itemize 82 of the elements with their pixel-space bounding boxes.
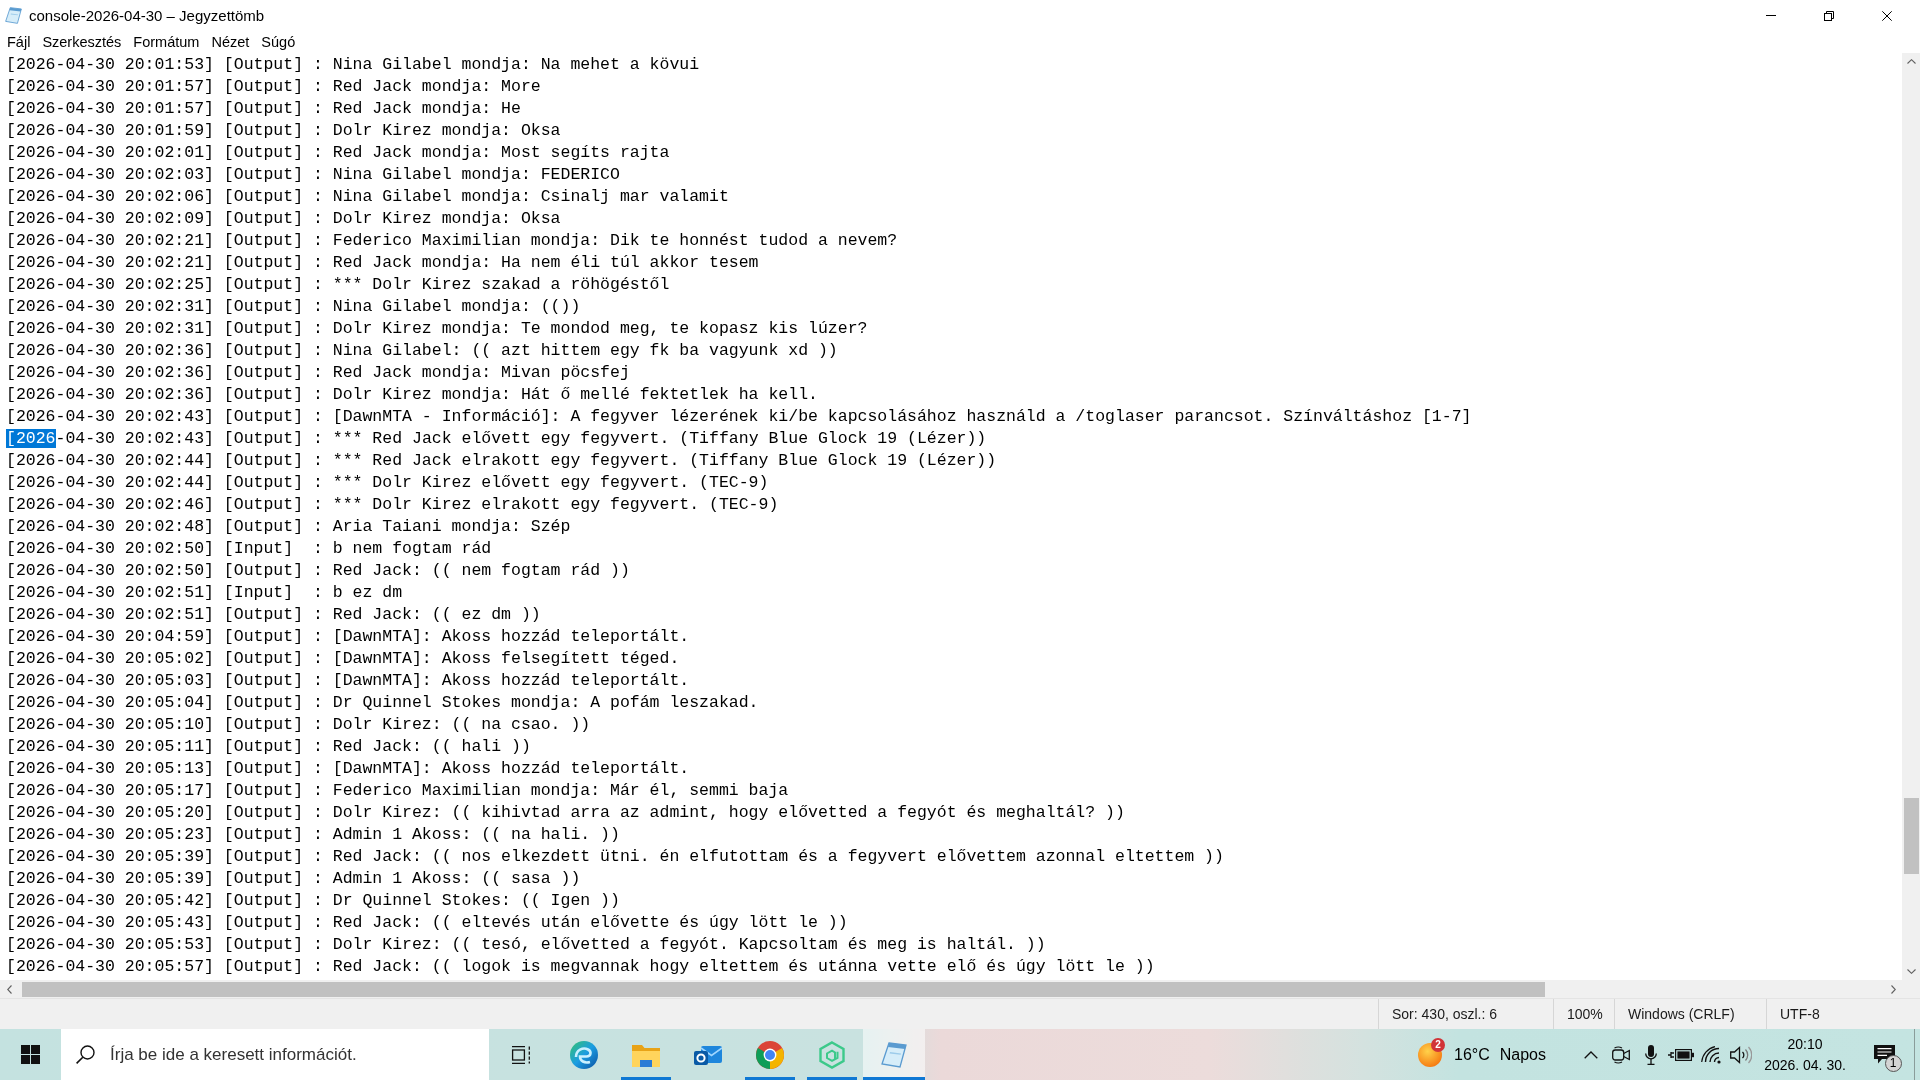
- log-line: [2026-04-30 20:01:53] [Output] : Nina Gilabel mondja: Na mehet a kövui: [6, 54, 700, 76]
- search-icon: [76, 1045, 95, 1064]
- log-line: [2026-04-30 20:05:11] [Output] : Red Jack: (( hali )): [6, 736, 531, 758]
- log-line: [2026-04-30 20:02:50] [Output] : Red Jack: (( nem fogtam rád )): [6, 560, 630, 582]
- minimize-icon: [1766, 15, 1776, 16]
- log-line: [2026-04-30 20:05:53] [Output] : Dolr Kirez: (( tesó, elővetted a fegyót. Kapcsoltam és meg is haltál. )): [6, 934, 1046, 956]
- log-line: [2026-04-30 20:05:02] [Output] : [DawnMTA]: Akoss felsegített téged.: [6, 648, 680, 670]
- window-title: console-2026-04-30 – Jegyzettömb: [29, 7, 265, 24]
- clock-time[interactable]: 20:10: [1787, 1033, 1823, 1055]
- log-line: [2026-04-30 20:02:43] [Output] : *** Red Jack elővett egy fegyvert. (Tiffany Blue Glock 19 (Lézer)): [6, 428, 987, 450]
- log-line: [2026-04-30 20:05:17] [Output] : Federico Maximilian mondja: Már él, semmi baja: [6, 780, 789, 802]
- log-line: [2026-04-30 20:05:42] [Output] : Dr Quinnel Stokes: (( Igen )): [6, 890, 620, 912]
- scrollbar-thumb[interactable]: [1903, 798, 1919, 874]
- log-line: [2026-04-30 20:05:39] [Output] : Red Jack: (( nos elkezdett ütni. én elfutottam és a fegyvert elővettem azonnal eltettem )): [6, 846, 1224, 868]
- count-badge: 2: [1431, 1037, 1445, 1052]
- log-line: [2026-04-30 20:02:50] [Input] : b nem fogtam rád: [6, 538, 492, 560]
- log-line: [2026-04-30 20:02:48] [Output] : Aria Taiani mondja: Szép: [6, 516, 571, 538]
- log-line: [2026-04-30 20:01:57] [Output] : Red Jack mondja: He: [6, 98, 521, 120]
- clock-date[interactable]: 2026. 04. 30.: [1764, 1054, 1846, 1076]
- log-line: [2026-04-30 20:05:04] [Output] : Dr Quinnel Stokes mondja: A pofám leszakad.: [6, 692, 759, 714]
- log-line: [2026-04-30 20:02:09] [Output] : Dolr Kirez mondja: Oksa: [6, 208, 561, 230]
- log-line: [2026-04-30 20:02:31] [Output] : Nina Gilabel mondja: (()): [6, 296, 581, 318]
- log-line: [2026-04-30 20:02:21] [Output] : Red Jack mondja: Ha nem éli túl akkor tesem: [6, 252, 759, 274]
- log-line: [2026-04-30 20:02:36] [Output] : Nina Gilabel: (( azt hittem egy fk ba vagyunk xd )): [6, 340, 838, 362]
- log-line: [2026-04-30 20:02:51] [Output] : Red Jack: (( ez dm )): [6, 604, 541, 626]
- scrollbar-thumb[interactable]: [22, 981, 1545, 997]
- menu-item[interactable]: Formátum: [127, 31, 206, 53]
- log-line: [2026-04-30 20:05:23] [Output] : Admin 1 Akoss: (( na hali. )): [6, 824, 620, 846]
- color-wheel-icon: [756, 1040, 784, 1069]
- speaker-icon[interactable]: [1730, 1045, 1752, 1064]
- camera-icon[interactable]: [1612, 1045, 1630, 1064]
- log-line: [2026-04-30 20:02:21] [Output] : Federico Maximilian mondja: Dik te honnést tudod a nevem?: [6, 230, 898, 252]
- log-line: [2026-04-30 20:05:20] [Output] : Dolr Kirez: (( kihivtad arra az admint, hogy elővetted a fegyót és meghaltál? )): [6, 802, 1125, 824]
- log-line: [2026-04-30 20:05:13] [Output] : [DawnMTA]: Akoss hozzád teleportált.: [6, 758, 690, 780]
- log-line: [2026-04-30 20:02:36] [Output] : Red Jack mondja: Mivan pöcsfej: [6, 362, 630, 384]
- log-line: [2026-04-30 20:02:43] [Output] : [DawnMTA - Információ]: A fegyver lézerének ki/be kapcsolásához használd a /toglaser parancsot. Színváltáshoz [1-7]: [6, 406, 1472, 428]
- log-line: [2026-04-30 20:02:03] [Output] : Nina Gilabel mondja: FEDERICO: [6, 164, 620, 186]
- swirl-icon: [570, 1040, 598, 1069]
- chevron-up-icon[interactable]: [1584, 1050, 1598, 1059]
- folder-icon: [632, 1042, 660, 1067]
- weather-text[interactable]: Napos: [1499, 1045, 1546, 1064]
- menu-item[interactable]: Súgó: [255, 31, 302, 53]
- windows-logo-icon: [21, 1045, 40, 1064]
- notepad-icon: [881, 1041, 907, 1068]
- hexagon-icon: [819, 1040, 845, 1069]
- log-line: [2026-04-30 20:05:10] [Output] : Dolr Kirez: (( na csao. )): [6, 714, 591, 736]
- log-line: [2026-04-30 20:02:06] [Output] : Nina Gilabel mondja: Csinalj mar valamit: [6, 186, 729, 208]
- menu-item[interactable]: Nézet: [205, 31, 256, 53]
- chevron-up-icon: [1906, 59, 1916, 64]
- wifi-icon[interactable]: [1701, 1045, 1721, 1064]
- chevron-left-icon: [6, 984, 12, 994]
- log-line: [2026-04-30 20:02:25] [Output] : *** Dolr Kirez szakad a röhögéstől: [6, 274, 670, 296]
- log-line: [2026-04-30 20:02:31] [Output] : Dolr Kirez mondja: Te mondod meg, te kopasz kis lúzer?: [6, 318, 868, 340]
- microphone-icon[interactable]: [1645, 1044, 1657, 1065]
- count-badge: 1: [1884, 1055, 1902, 1072]
- taskbar-app-button[interactable]: [863, 1029, 925, 1080]
- log-line: [2026-04-30 20:02:51] [Input] : b ez dm: [6, 582, 403, 604]
- log-line: [2026-04-30 20:01:59] [Output] : Dolr Kirez mondja: Oksa: [6, 120, 561, 142]
- log-line: [2026-04-30 20:04:59] [Output] : [DawnMTA]: Akoss hozzád teleportált.: [6, 626, 690, 648]
- chevron-right-icon: [1890, 984, 1896, 994]
- search-box[interactable]: Írja be ide a keresett információt.: [61, 1029, 489, 1080]
- log-line: [2026-04-30 20:05:03] [Output] : [DawnMTA]: Akoss hozzád teleportált.: [6, 670, 690, 692]
- log-line: [2026-04-30 20:02:36] [Output] : Dolr Kirez mondja: Hát ő mellé fektetlek ha kell.: [6, 384, 818, 406]
- menu-item[interactable]: Szerkesztés: [36, 31, 128, 53]
- close-icon: [1882, 10, 1892, 21]
- log-line: [2026-04-30 20:05:43] [Output] : Red Jack: (( eltevés után elővette és úgy lött le )): [6, 912, 848, 934]
- restore-icon: [1824, 10, 1834, 21]
- vertical-scrollbar[interactable]: [1902, 53, 1920, 980]
- log-line: [2026-04-30 20:05:57] [Output] : Red Jack: (( logok is megvannak hogy eltettem és utánna vette elő és úgy lött le )): [6, 956, 1155, 978]
- menu-item[interactable]: Fájl: [1, 31, 37, 53]
- log-line: [2026-04-30 20:01:57] [Output] : Red Jack mondja: More: [6, 76, 541, 98]
- temperature-text[interactable]: 16°C: [1454, 1045, 1490, 1064]
- search-input[interactable]: Írja be ide a keresett információt.: [110, 1042, 489, 1067]
- battery-icon[interactable]: [1668, 1047, 1694, 1062]
- log-line: [2026-04-30 20:02:44] [Output] : *** Red Jack elrakott egy fegyvert. (Tiffany Blue Glock 19 (Lézer)): [6, 450, 997, 472]
- task-view-icon: [511, 1045, 531, 1064]
- chevron-down-icon: [1906, 969, 1916, 974]
- log-line: [2026-04-30 20:02:44] [Output] : *** Dolr Kirez elővett egy fegyvert. (TEC-9): [6, 472, 769, 494]
- log-line: [2026-04-30 20:05:39] [Output] : Admin 1 Akoss: (( sasa )): [6, 868, 581, 890]
- notepad-icon: [5, 7, 22, 24]
- log-line: [2026-04-30 20:02:46] [Output] : *** Dolr Kirez elrakott egy fegyvert. (TEC-9): [6, 494, 779, 516]
- log-line: [2026-04-30 20:02:01] [Output] : Red Jack mondja: Most segíts rajta: [6, 142, 670, 164]
